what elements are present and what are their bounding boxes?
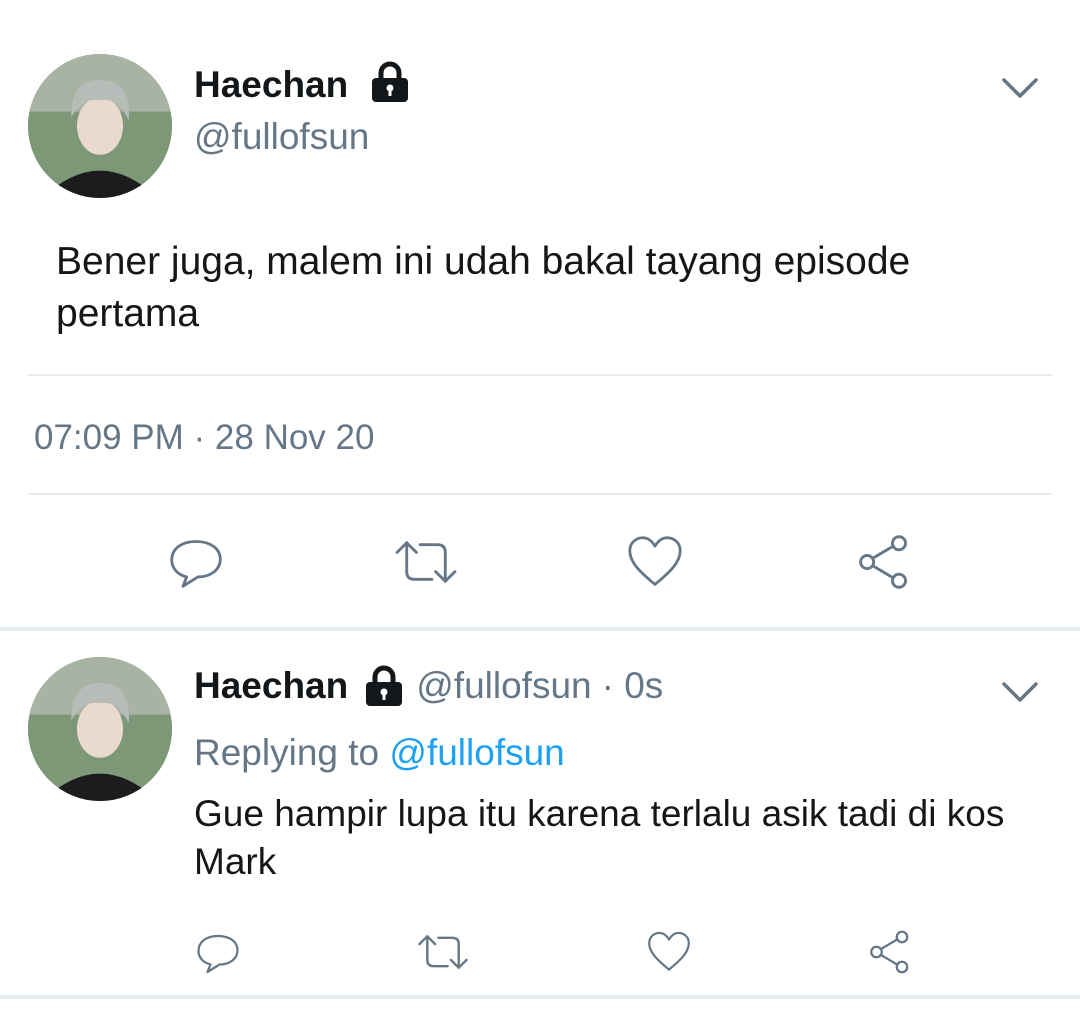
share-icon[interactable]	[852, 530, 916, 594]
tweet-text: Gue hampir lupa itu karena terlalu asik …	[194, 790, 1064, 886]
share-icon[interactable]	[864, 926, 916, 978]
chevron-down-icon[interactable]	[998, 70, 1042, 106]
divider	[28, 374, 1052, 376]
tweet-text-line: Gue hampir lupa itu karena terlalu asik …	[194, 793, 1005, 834]
tweet-text-line: Bener juga, malem ini udah bakal tayang …	[56, 240, 911, 283]
tweet-text: Bener juga, malem ini udah bakal tayang …	[56, 236, 1056, 340]
display-name[interactable]: Haechan	[194, 665, 348, 707]
reply-icon[interactable]	[164, 532, 228, 592]
retweet-icon[interactable]	[392, 534, 460, 590]
reply-header: Haechan @fullofsun · 0s	[194, 664, 663, 708]
section-divider	[0, 627, 1080, 631]
retweet-icon[interactable]	[414, 928, 472, 976]
tweet-time[interactable]: · 0s	[602, 665, 664, 707]
tweet-text-line: pertama	[56, 292, 200, 335]
like-icon[interactable]	[644, 928, 694, 976]
avatar[interactable]	[28, 657, 172, 801]
handle[interactable]: @fullofsun	[416, 665, 591, 707]
avatar[interactable]	[28, 54, 172, 198]
tweet-text-line: Mark	[194, 841, 277, 882]
chevron-down-icon[interactable]	[998, 674, 1042, 710]
lock-icon	[362, 664, 406, 708]
timestamp[interactable]: 07:09 PM · 28 Nov 20	[34, 418, 374, 458]
reply-icon[interactable]	[192, 928, 244, 976]
replying-to: Replying to @fullofsun	[194, 732, 565, 774]
lock-icon	[368, 60, 412, 104]
replying-to-link[interactable]: @fullofsun	[389, 732, 564, 773]
handle[interactable]: @fullofsun	[194, 116, 369, 158]
display-name[interactable]: Haechan	[194, 64, 348, 106]
like-icon[interactable]	[624, 532, 686, 592]
divider	[28, 493, 1052, 495]
section-divider	[0, 995, 1080, 999]
replying-to-label: Replying to	[194, 732, 380, 773]
